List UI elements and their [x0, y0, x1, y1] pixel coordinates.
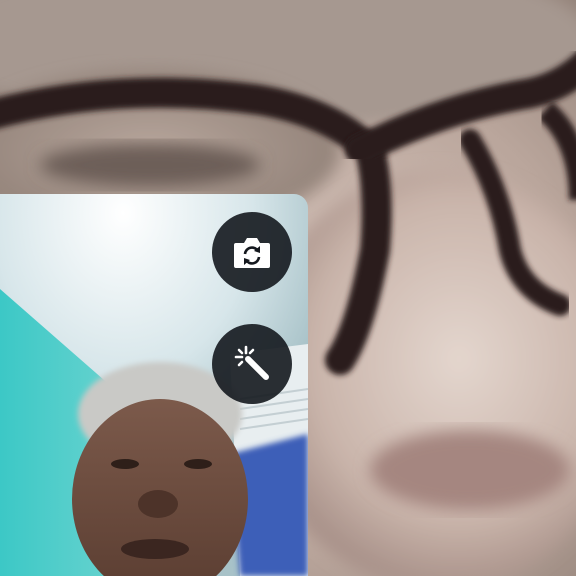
magic-wand-icon: [234, 345, 269, 380]
camera-switch-icon: [234, 238, 270, 268]
effects-button[interactable]: [212, 324, 292, 404]
video-call-screen: [0, 0, 576, 576]
switch-camera-button[interactable]: [212, 212, 292, 292]
